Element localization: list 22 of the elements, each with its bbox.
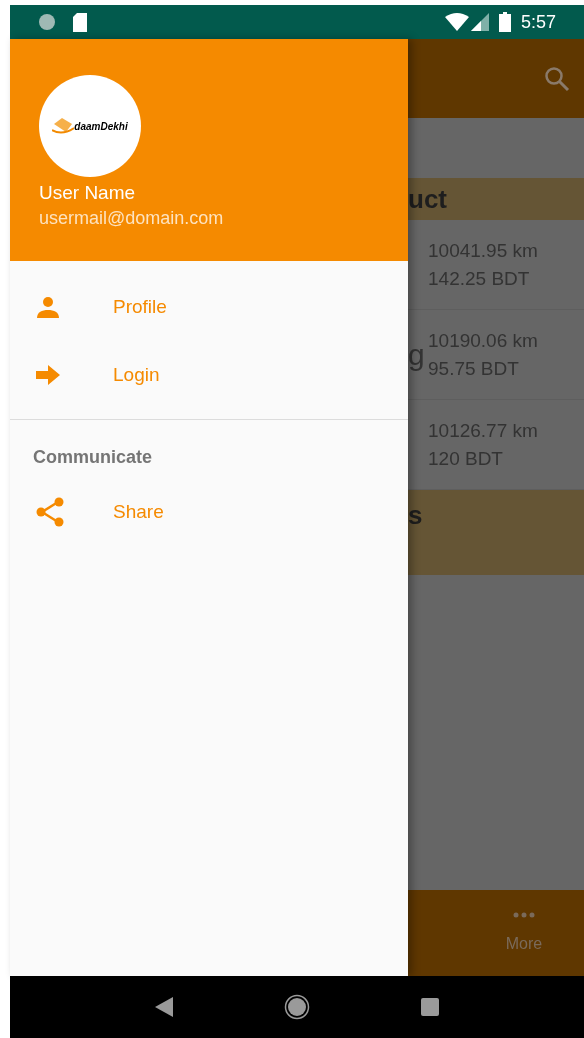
drawer-item[interactable]: Share — [10, 477, 408, 547]
search-icon — [544, 65, 570, 92]
more-icon — [513, 912, 535, 918]
recents-icon[interactable] — [420, 998, 439, 1016]
user-name: User Name — [39, 181, 137, 205]
battery-icon — [498, 12, 511, 32]
signal-icon — [470, 13, 489, 31]
share-icon — [36, 497, 64, 527]
back-icon[interactable] — [155, 997, 174, 1017]
sd-card-icon — [72, 12, 88, 32]
logo-text: daamDekhi — [74, 119, 128, 134]
home-icon[interactable] — [284, 994, 310, 1020]
section-title: Communicate — [32, 446, 154, 469]
arrow-icon — [36, 365, 60, 385]
section-header: s — [408, 490, 584, 575]
clock-time: 5:57 — [520, 10, 556, 34]
user-email: usermail@domain.com — [39, 207, 225, 230]
section-header: uct — [408, 178, 584, 220]
drawer-item[interactable]: Profile — [10, 273, 408, 341]
more-tab[interactable]: More — [464, 890, 584, 976]
drawer-item[interactable]: Login — [10, 341, 408, 409]
person-icon — [36, 295, 60, 319]
